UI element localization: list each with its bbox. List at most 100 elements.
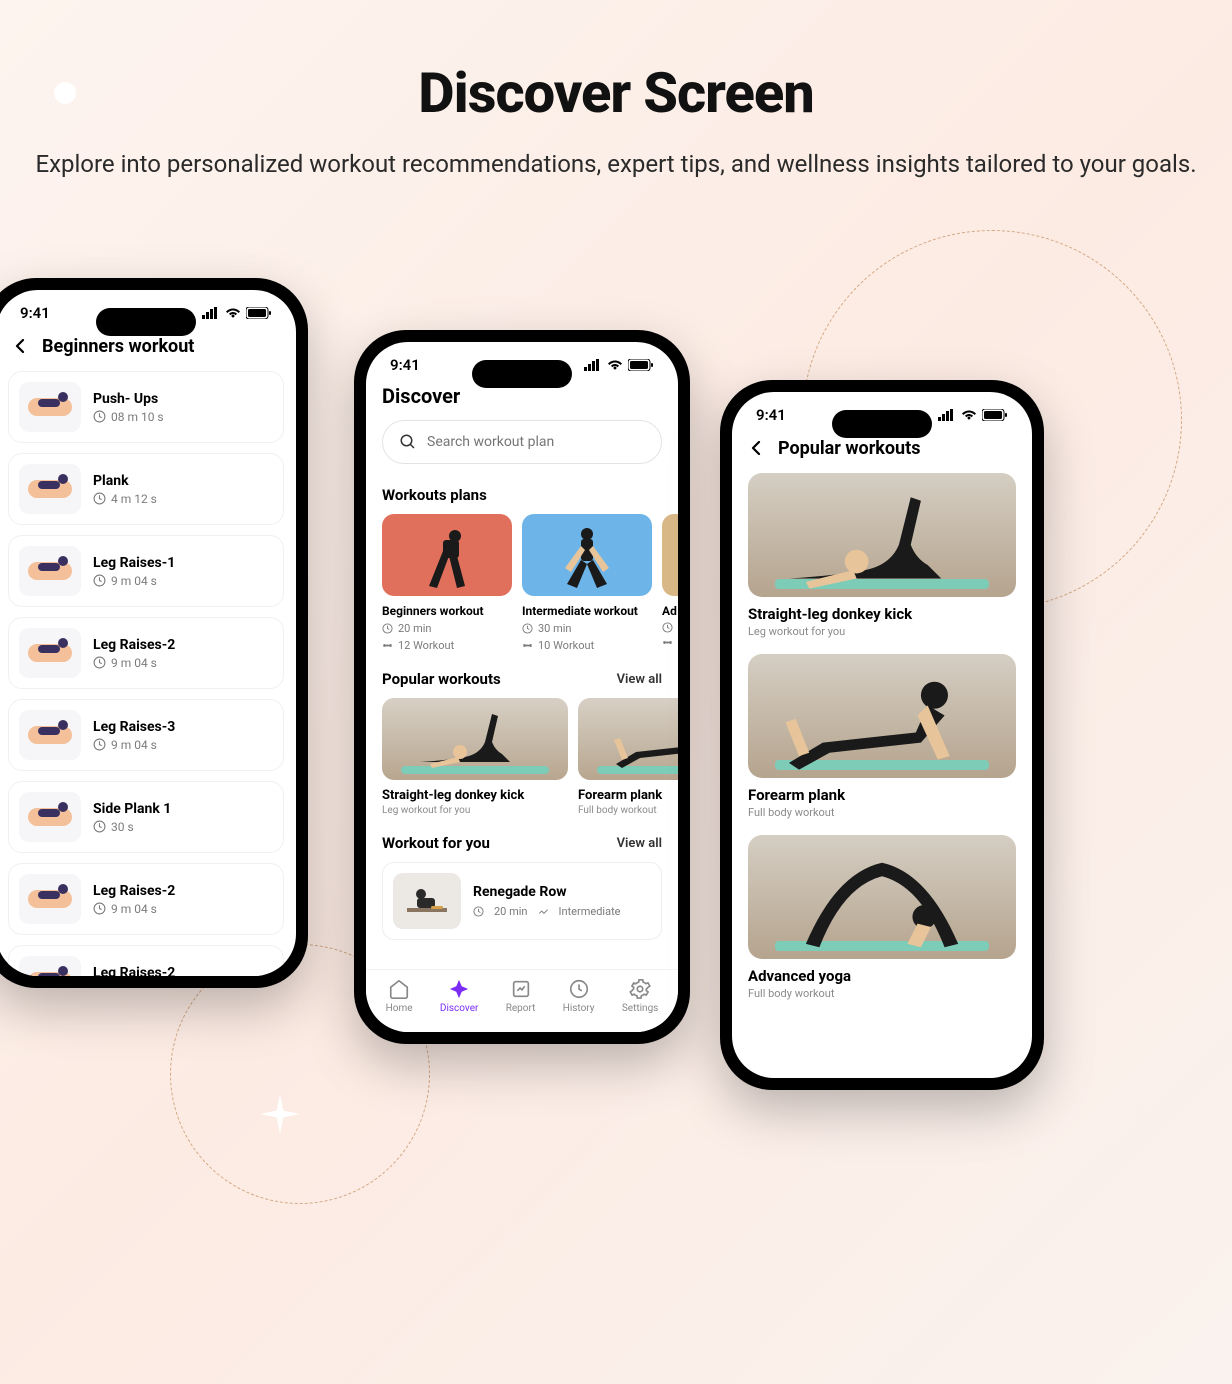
workout-image — [382, 698, 568, 780]
clock-icon — [382, 623, 393, 634]
clock-icon — [93, 902, 106, 915]
workout-plan-card[interactable]: Beginners workout 20 min 12 Workout — [382, 514, 512, 652]
workout-subtitle: Leg workout for you — [382, 805, 568, 816]
tab-label: Settings — [622, 1003, 659, 1014]
status-time: 9:41 — [756, 406, 786, 424]
history-icon — [568, 978, 590, 1000]
settings-icon — [629, 978, 651, 1000]
level-icon — [538, 906, 549, 917]
notch — [472, 360, 572, 388]
workout-duration: 20 min — [494, 905, 528, 918]
search-icon — [399, 433, 417, 451]
exercise-card[interactable]: Push- Ups 08 m 10 s — [8, 371, 284, 443]
phone-discover: 9:41 Discover Workouts plans Beginners w… — [354, 330, 690, 1044]
status-time: 9:41 — [390, 356, 420, 374]
clock-icon — [93, 574, 106, 587]
exercise-card[interactable]: Leg Raises-1 9 m 04 s — [8, 535, 284, 607]
page-title: Discover Screen — [0, 60, 1232, 126]
tab-history[interactable]: History — [563, 978, 595, 1014]
exercise-name: Plank — [93, 473, 157, 489]
tab-label: Discover — [440, 1003, 479, 1014]
screen-title: Beginners workout — [42, 336, 194, 357]
workout-for-you-card[interactable]: Renegade Row 20 min Intermediate — [382, 862, 662, 940]
plan-image — [382, 514, 512, 596]
workout-plan-card[interactable]: Intermediate workout 30 min 10 Workout — [522, 514, 652, 652]
status-icons — [938, 409, 1008, 421]
exercise-thumbnail — [19, 464, 81, 514]
exercise-duration: 9 m 04 s — [111, 902, 157, 916]
popular-workout-card[interactable]: Forearm plank Full body workout — [748, 654, 1016, 819]
tab-settings[interactable]: Settings — [622, 978, 659, 1014]
exercise-name: Leg Raises-1 — [93, 555, 175, 571]
back-icon[interactable] — [750, 436, 764, 461]
workout-name: Advanced yoga — [748, 967, 1016, 985]
page-subtitle: Explore into personalized workout recomm… — [0, 146, 1232, 183]
workout-subtitle: Full body workout — [748, 987, 1016, 1000]
workout-subtitle: Full body workout — [578, 805, 678, 816]
section-title-wfy: Workout for you — [382, 834, 490, 852]
exercise-card[interactable]: Leg Raises-3 9 m 04 s — [8, 699, 284, 771]
tab-label: Home — [386, 1003, 413, 1014]
tab-label: Report — [506, 1003, 536, 1014]
clock-icon — [662, 622, 673, 633]
workout-level: Intermediate — [559, 905, 621, 918]
popular-list: Straight-leg donkey kick Leg workout for… — [732, 473, 1032, 1000]
back-icon[interactable] — [14, 334, 28, 359]
exercise-card[interactable]: Leg Raises-2 — [8, 945, 284, 976]
workout-image — [748, 473, 1016, 597]
workout-plan-card[interactable]: Ad — [662, 514, 678, 652]
clock-icon — [93, 738, 106, 751]
plan-name: Ad — [662, 604, 678, 618]
popular-workout-card[interactable]: Forearm plank Full body workout — [578, 698, 678, 816]
tab-home[interactable]: Home — [386, 978, 413, 1014]
popular-workout-card[interactable]: Straight-leg donkey kick Leg workout for… — [382, 698, 568, 816]
exercise-thumbnail — [19, 874, 81, 924]
screen-title: Popular workouts — [778, 438, 920, 459]
plan-image — [522, 514, 652, 596]
notch — [832, 410, 932, 438]
search-field[interactable] — [427, 434, 645, 450]
exercise-name: Side Plank 1 — [93, 801, 171, 817]
discover-icon — [448, 978, 470, 1000]
popular-workout-card[interactable]: Advanced yoga Full body workout — [748, 835, 1016, 1000]
exercise-name: Leg Raises-2 — [93, 883, 175, 899]
tab-report[interactable]: Report — [506, 978, 536, 1014]
plan-image — [662, 514, 678, 596]
tab-discover[interactable]: Discover — [440, 978, 479, 1014]
decorative-dot — [54, 82, 76, 104]
workout-thumbnail — [393, 873, 461, 929]
workout-image — [578, 698, 678, 780]
plan-duration: 30 min — [538, 622, 572, 635]
exercise-card[interactable]: Leg Raises-2 9 m 04 s — [8, 617, 284, 689]
report-icon — [510, 978, 532, 1000]
plan-count: 10 Workout — [538, 639, 594, 652]
exercise-thumbnail — [19, 792, 81, 842]
status-icons — [584, 359, 654, 371]
section-title-popular: Popular workouts — [382, 670, 501, 688]
exercise-card[interactable]: Plank 4 m 12 s — [8, 453, 284, 525]
clock-icon — [93, 492, 106, 505]
exercise-card[interactable]: Leg Raises-2 9 m 04 s — [8, 863, 284, 935]
phone-beginners: 9:41 Beginners workout Push- Ups 08 m 10… — [0, 278, 308, 988]
exercise-duration: 9 m 04 s — [111, 656, 157, 670]
dumbbell-icon — [382, 640, 393, 651]
view-all-link[interactable]: View all — [617, 672, 662, 687]
exercise-thumbnail — [19, 382, 81, 432]
workout-name: Renegade Row — [473, 884, 621, 900]
plans-row: Beginners workout 20 min 12 Workout Inte… — [366, 514, 678, 652]
popular-workout-card[interactable]: Straight-leg donkey kick Leg workout for… — [748, 473, 1016, 638]
popular-row: Straight-leg donkey kick Leg workout for… — [366, 698, 678, 816]
view-all-link[interactable]: View all — [617, 836, 662, 851]
workout-name: Forearm plank — [578, 788, 678, 803]
exercise-name: Leg Raises-2 — [93, 965, 175, 976]
clock-icon — [522, 623, 533, 634]
plan-count: 12 Workout — [398, 639, 454, 652]
exercise-card[interactable]: Side Plank 1 30 s — [8, 781, 284, 853]
exercise-duration: 4 m 12 s — [111, 492, 157, 506]
exercise-name: Leg Raises-3 — [93, 719, 175, 735]
plan-duration: 20 min — [398, 622, 432, 635]
exercise-thumbnail — [19, 710, 81, 760]
search-input[interactable] — [382, 420, 662, 464]
exercise-duration: 30 s — [111, 820, 134, 834]
exercise-name: Push- Ups — [93, 391, 164, 407]
